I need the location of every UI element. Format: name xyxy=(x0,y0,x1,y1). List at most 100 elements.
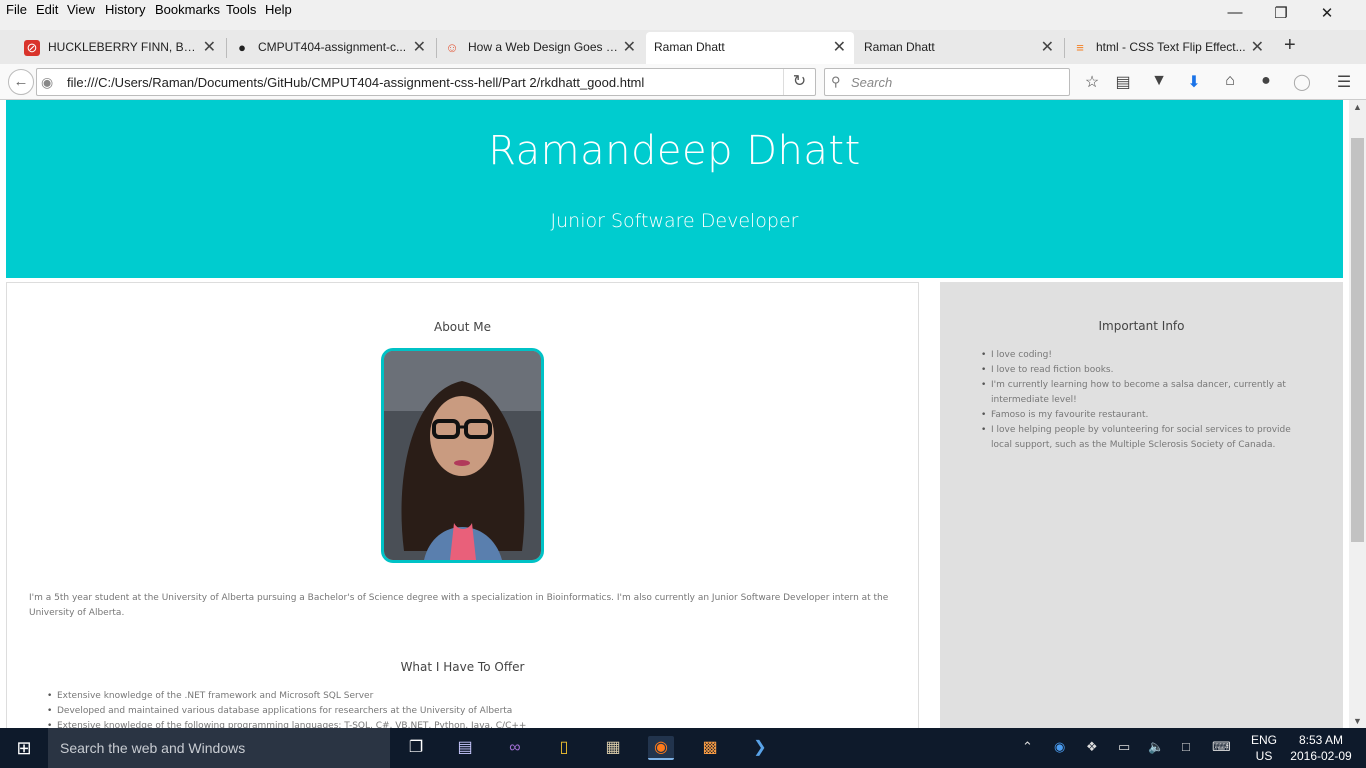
minimize-icon[interactable]: — xyxy=(1220,4,1250,24)
info-list: I love coding! I love to read fiction bo… xyxy=(991,348,1311,453)
close-window-icon[interactable]: ✕ xyxy=(1312,4,1342,24)
tab-title: HUCKLEBERRY FINN, By ... xyxy=(48,40,198,54)
menu-history[interactable]: History xyxy=(105,2,145,17)
scroll-down-icon[interactable]: ▼ xyxy=(1349,716,1366,726)
list-item: Extensive knowledge of the .NET framewor… xyxy=(57,689,526,704)
tab-close-icon[interactable]: ✕ xyxy=(1041,37,1054,57)
region-code: US xyxy=(1255,749,1273,763)
menu-view[interactable]: View xyxy=(67,2,95,17)
back-button[interactable]: ← xyxy=(8,69,34,95)
scrollbar-thumb[interactable] xyxy=(1351,138,1364,542)
window-controls: — ❐ ✕ xyxy=(1216,0,1366,28)
chat-icon[interactable]: ● xyxy=(1255,72,1277,94)
home-icon[interactable]: ⌂ xyxy=(1219,72,1241,94)
dropbox-icon[interactable]: ❖ xyxy=(1086,739,1098,755)
tab-close-icon[interactable]: ✕ xyxy=(1251,37,1264,57)
powershell-icon[interactable]: ❯ xyxy=(747,736,773,760)
list-item: I love helping people by volunteering fo… xyxy=(991,423,1311,453)
vertical-scrollbar[interactable]: ▲ ▼ xyxy=(1349,100,1366,728)
windows-start-icon[interactable]: ⊞ xyxy=(0,728,48,768)
tab-favicon-icon: ⊘ xyxy=(24,40,40,56)
tab-separator xyxy=(226,38,227,58)
battery-icon[interactable]: ▭ xyxy=(1118,739,1130,755)
tab-close-icon[interactable]: ✕ xyxy=(203,37,216,57)
taskbar-search-input[interactable]: Search the web and Windows xyxy=(48,728,390,768)
list-item: I love coding! xyxy=(991,348,1311,363)
task-view-icon[interactable]: ❐ xyxy=(403,736,429,760)
menu-edit[interactable]: Edit xyxy=(36,2,58,17)
search-placeholder: Search xyxy=(851,75,893,90)
profile-photo-image xyxy=(384,351,541,560)
tab-close-icon[interactable]: ✕ xyxy=(833,37,846,57)
tab-github[interactable]: ● CMPUT404-assignment-c... ✕ xyxy=(228,32,434,64)
url-bar[interactable]: ◉ file:///C:/Users/Raman/Documents/GitHu… xyxy=(36,68,816,96)
page-title: Ramandeep Dhatt xyxy=(488,128,861,174)
sublime-text-icon[interactable]: ▩ xyxy=(697,736,723,760)
tab-title: html - CSS Text Flip Effect... xyxy=(1096,40,1246,54)
globe-icon: ◉ xyxy=(41,74,54,90)
tab-title: Raman Dhatt xyxy=(654,40,725,54)
menu-file[interactable]: File xyxy=(6,2,27,17)
scroll-up-icon[interactable]: ▲ xyxy=(1349,102,1366,112)
list-item: Developed and maintained various databas… xyxy=(57,704,526,719)
tab-separator xyxy=(436,38,437,58)
tab-raman-dhatt-active[interactable]: Raman Dhatt ✕ xyxy=(646,32,854,64)
list-item: Extensive knowledge of the following pro… xyxy=(57,719,526,728)
tab-title: Raman Dhatt xyxy=(864,40,935,54)
url-text[interactable]: file:///C:/Users/Raman/Documents/GitHub/… xyxy=(67,75,644,90)
reload-icon[interactable]: ↻ xyxy=(783,69,815,95)
system-clock[interactable]: 8:53 AM 2016-02-09 xyxy=(1290,732,1352,764)
about-paragraph: I'm a 5th year student at the University… xyxy=(29,593,889,618)
show-hidden-icons-icon[interactable]: ⌃ xyxy=(1022,739,1033,755)
list-item: I love to read fiction books. xyxy=(991,363,1311,378)
new-tab-button[interactable]: + xyxy=(1284,34,1296,57)
tab-stackoverflow[interactable]: ≡ html - CSS Text Flip Effect... ✕ xyxy=(1066,32,1272,64)
volume-icon[interactable]: 🔈 xyxy=(1148,739,1164,755)
page-subtitle: Junior Software Developer xyxy=(550,210,799,232)
page-header: Ramandeep Dhatt Junior Software Develope… xyxy=(6,100,1343,278)
reading-list-icon[interactable]: ▤ xyxy=(1112,72,1134,94)
main-column: About Me I'm a 5th year student at the U… xyxy=(6,282,919,728)
tab-separator xyxy=(1064,38,1065,58)
pocket-icon[interactable]: ▼ xyxy=(1148,72,1170,94)
clock-time: 8:53 AM xyxy=(1298,733,1344,747)
tab-title: How a Web Design Goes S... xyxy=(468,40,618,54)
menu-tools[interactable]: Tools xyxy=(226,2,256,17)
tray-app-icon[interactable]: ◉ xyxy=(1054,739,1065,755)
app-icon[interactable]: ▦ xyxy=(600,736,626,760)
firefox-icon[interactable]: ◉ xyxy=(648,736,674,760)
navigation-bar: ← ◉ file:///C:/Users/Raman/Documents/Git… xyxy=(0,64,1366,100)
stackoverflow-icon: ≡ xyxy=(1076,40,1084,55)
about-heading: About Me xyxy=(433,320,492,334)
tab-close-icon[interactable]: ✕ xyxy=(623,37,636,57)
menu-help[interactable]: Help xyxy=(265,2,292,17)
list-item: I'm currently learning how to become a s… xyxy=(991,378,1311,408)
tab-huckleberry[interactable]: ⊘ HUCKLEBERRY FINN, By ... ✕ xyxy=(18,32,224,64)
sidebar-important-info: Important Info I love coding! I love to … xyxy=(940,282,1343,728)
menu-bar: File Edit View History Bookmarks Tools H… xyxy=(0,0,1366,20)
language-code: ENG xyxy=(1251,733,1278,747)
offer-list: Extensive knowledge of the .NET framewor… xyxy=(57,689,526,728)
github-icon: ● xyxy=(238,40,246,55)
language-indicator[interactable]: ENG US xyxy=(1251,732,1277,764)
download-icon[interactable]: ⬇ xyxy=(1183,72,1205,94)
offer-heading: What I Have To Offer xyxy=(400,660,525,674)
restore-icon[interactable]: ❐ xyxy=(1266,4,1296,24)
file-explorer-icon[interactable]: ▯ xyxy=(551,736,577,760)
app-icon[interactable]: ▤ xyxy=(452,736,478,760)
info-heading: Important Info xyxy=(1098,319,1185,333)
menu-hamburger-icon[interactable]: ☰ xyxy=(1333,72,1355,94)
tab-favicon-icon: ☺ xyxy=(445,40,459,55)
profile-photo xyxy=(381,348,544,563)
menu-bookmarks[interactable]: Bookmarks xyxy=(155,2,220,17)
tab-close-icon[interactable]: ✕ xyxy=(413,37,426,57)
list-item: Famoso is my favourite restaurant. xyxy=(991,408,1311,423)
visual-studio-icon[interactable]: ∞ xyxy=(502,736,528,760)
notifications-icon[interactable]: □ xyxy=(1182,739,1190,754)
tab-raman-dhatt[interactable]: Raman Dhatt ✕ xyxy=(856,32,1062,64)
keyboard-icon[interactable]: ⌨ xyxy=(1212,739,1231,755)
bookmark-star-icon[interactable]: ☆ xyxy=(1081,72,1103,94)
shield-icon[interactable]: ◯ xyxy=(1291,72,1313,94)
tab-web-design[interactable]: ☺ How a Web Design Goes S... ✕ xyxy=(438,32,644,64)
search-input[interactable]: ⚲ Search xyxy=(824,68,1070,96)
